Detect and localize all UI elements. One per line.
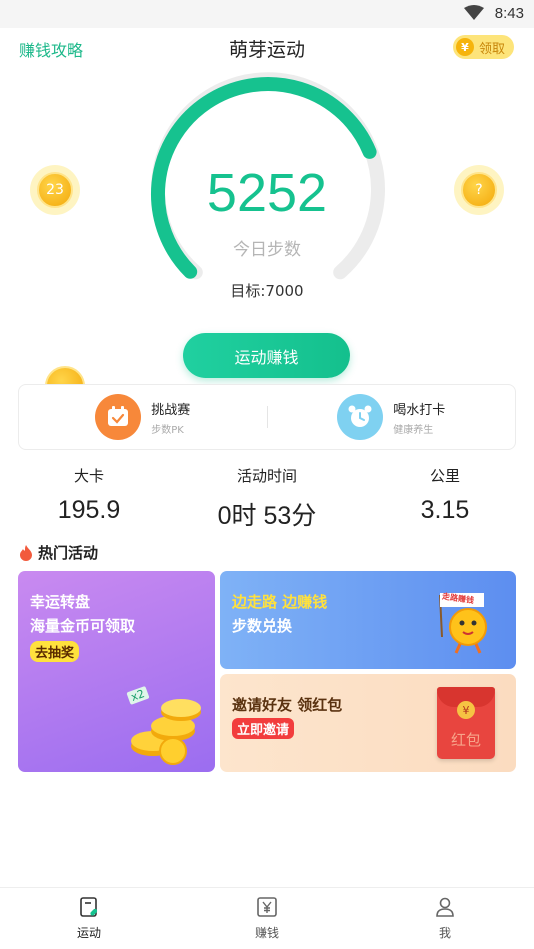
claim-button[interactable]: ¥ 领取 <box>452 35 514 59</box>
lottery-card[interactable]: 幸运转盘 海量金币可领取 去抽奖 x2 <box>18 571 215 772</box>
lottery-title: 幸运转盘 <box>30 593 91 611</box>
floating-coin-left[interactable]: 23 <box>30 165 80 215</box>
feature-water[interactable]: 喝水打卡 健康养生 <box>268 394 516 440</box>
feature-subtitle: 健康养生 <box>393 424 434 436</box>
walk-earn-card[interactable]: 边走路 边赚钱 步数兑换 走路赚钱 <box>220 571 516 669</box>
feature-title: 挑战赛 <box>151 402 191 418</box>
tab-label: 运动 <box>76 926 101 940</box>
floating-coin-partial[interactable] <box>42 362 88 384</box>
hot-activities-title: 热门活动 <box>38 544 99 562</box>
status-time: 8:43 <box>494 5 524 22</box>
stat-value: 0时 53分 <box>217 502 317 530</box>
app-screen: 8:43 赚钱攻略 萌芽运动 ¥ 领取 5252 今日步数 目标:7000 23… <box>0 0 534 949</box>
red-envelope-icon: ¥ 红包 <box>437 687 495 759</box>
feature-subtitle: 步数PK <box>151 424 184 436</box>
lottery-subtitle: 海量金币可领取 <box>30 617 136 635</box>
yen-doc-icon <box>257 897 277 917</box>
bottom-tab-bar: 运动 赚钱 我 <box>0 887 534 949</box>
coin-icon: ? <box>461 172 497 208</box>
steps-target: 目标:7000 <box>230 282 304 300</box>
calendar-check-icon <box>95 394 142 440</box>
feature-card: 挑战赛 步数PK 喝水打卡 健康养生 <box>18 384 516 450</box>
stat-label: 活动时间 <box>236 467 297 485</box>
tab-label: 赚钱 <box>254 926 279 940</box>
stat-value: 195.9 <box>57 496 121 524</box>
walk-subtitle: 步数兑换 <box>232 617 293 635</box>
exercise-earn-button[interactable]: 运动赚钱 <box>183 333 350 378</box>
claim-label: 领取 <box>478 41 505 57</box>
wifi-icon <box>464 5 484 20</box>
stat-value: 3.15 <box>420 496 470 524</box>
feature-challenge[interactable]: 挑战赛 步数PK <box>19 394 267 440</box>
yen-coin-icon: ¥ <box>455 38 474 56</box>
stat-active-time: 活动时间 0时 53分 <box>178 465 356 532</box>
hot-activities-heading: 热门活动 <box>19 542 98 563</box>
sport-icon <box>80 897 98 917</box>
walk-title: 边走路 边赚钱 <box>232 593 328 611</box>
invite-title: 邀请好友 领红包 <box>232 696 343 714</box>
alarm-clock-icon <box>337 394 384 440</box>
invite-card[interactable]: 邀请好友 领红包 立即邀请 ¥ 红包 <box>220 674 516 772</box>
stats-row: 大卡 195.9 活动时间 0时 53分 公里 3.15 <box>0 465 534 532</box>
floating-coin-right[interactable]: ? <box>454 165 504 215</box>
lottery-tag[interactable]: 去抽奖 <box>30 641 80 662</box>
feature-title: 喝水打卡 <box>393 402 446 418</box>
stat-calories: 大卡 195.9 <box>0 465 178 532</box>
stat-label: 公里 <box>429 467 460 485</box>
tab-me[interactable]: 我 <box>356 888 534 949</box>
flame-icon <box>20 544 32 561</box>
stat-label: 大卡 <box>73 467 104 485</box>
coin-icon <box>45 366 85 384</box>
status-bar: 8:43 <box>0 0 534 28</box>
coin-icon: 23 <box>37 172 73 208</box>
tab-sport[interactable]: 运动 <box>0 888 178 949</box>
envelope-yen-icon: ¥ <box>457 701 475 719</box>
stat-distance: 公里 3.15 <box>356 465 534 532</box>
tab-earn[interactable]: 赚钱 <box>178 888 356 949</box>
person-icon <box>436 897 454 917</box>
envelope-label: 红包 <box>450 731 481 749</box>
steps-label: 今日步数 <box>233 240 301 260</box>
invite-tag[interactable]: 立即邀请 <box>232 718 295 739</box>
tab-label: 我 <box>438 926 451 940</box>
